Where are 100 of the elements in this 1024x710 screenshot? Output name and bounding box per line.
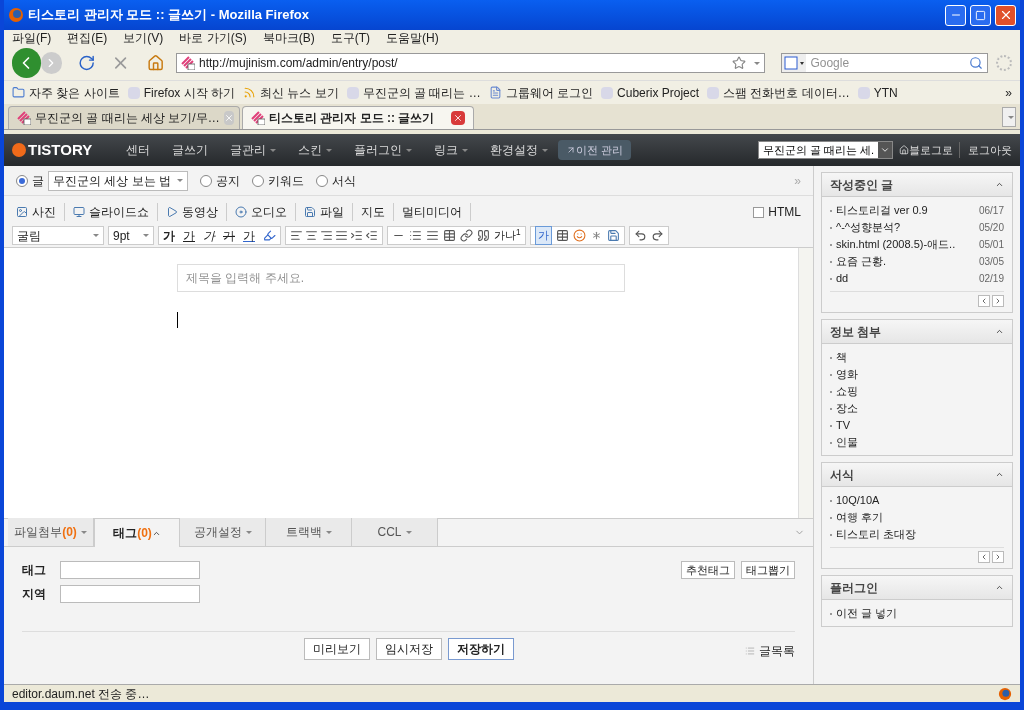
bookmark-item[interactable]: Firefox 시작 하기 (127, 83, 235, 102)
menu-item[interactable]: 북마크(B) (262, 29, 315, 47)
attach-button[interactable]: 오디오 (235, 203, 296, 221)
bookmark-item[interactable]: 무진군의 골 때리는 … (346, 83, 481, 102)
nav-item[interactable]: 플러그인 (354, 141, 413, 159)
sidebar-link[interactable]: 여행 후기 (836, 510, 1004, 525)
next-page-button[interactable] (992, 295, 1004, 307)
format-button[interactable]: 가 (239, 226, 259, 245)
sidebar-link[interactable]: 티스토리걸 ver 0.9 (836, 203, 975, 218)
post-type-radio[interactable]: 공지 (200, 171, 240, 190)
collapse-icon[interactable] (995, 583, 1004, 592)
emoticon-icon[interactable] (572, 229, 586, 242)
sidebar-link[interactable]: TV (836, 418, 1004, 433)
panel-tab[interactable]: CCL (352, 518, 438, 546)
sidebar-link[interactable]: 장소 (836, 401, 1004, 416)
tistory-logo[interactable]: TISTORY (12, 138, 105, 162)
minimize-button[interactable] (945, 4, 966, 26)
attach-button[interactable]: 지도 (361, 203, 394, 221)
panel-tab[interactable]: 태그(0) (94, 519, 180, 547)
action-button[interactable]: 미리보기 (303, 638, 370, 660)
menu-item[interactable]: 도구(T) (330, 29, 370, 47)
scrollbar[interactable] (798, 248, 813, 518)
bookmark-item[interactable]: 최신 뉴스 보기 (243, 83, 339, 102)
nav-item[interactable]: 글쓰기 (172, 141, 209, 159)
panel-tab[interactable]: 공개설정 (180, 518, 266, 546)
bookmark-item[interactable]: 자주 찾은 사이트 (12, 83, 120, 102)
sidebar-link[interactable]: skin.html (2008.5)-애드.. (836, 237, 975, 252)
bookmark-item[interactable]: Cuberix Project (601, 83, 700, 102)
input-field[interactable] (60, 561, 200, 579)
table-icon[interactable] (555, 229, 569, 242)
footnote-button[interactable]: 가나$^{1}$ (494, 227, 521, 244)
floppy-icon[interactable] (606, 229, 620, 242)
post-type-radio[interactable]: 키워드 (252, 171, 304, 190)
nav-item[interactable]: 센터 (126, 141, 151, 159)
address-field[interactable]: http://mujinism.com/admin/entry/post/ (175, 53, 766, 73)
sidebar-link[interactable]: 인물 (836, 435, 1004, 450)
input-field[interactable] (60, 585, 200, 603)
indent-icon[interactable] (350, 229, 363, 242)
sidebar-link[interactable]: 쇼핑 (836, 384, 1004, 399)
logout-link[interactable]: 로그아웃 (959, 141, 1012, 159)
font-select[interactable]: 굴림 (12, 226, 104, 245)
quote-icon[interactable] (477, 229, 490, 242)
format-button[interactable]: 가 (199, 226, 219, 245)
sidebar-link[interactable]: ^-^성향분석? (836, 220, 975, 235)
sidebar-link[interactable]: 책 (836, 350, 1004, 365)
sidebar-link[interactable]: 10Q/10A (836, 493, 1004, 508)
collapse-icon[interactable] (995, 470, 1004, 479)
sidebar-link[interactable]: 이전 글 넣기 (836, 606, 1004, 621)
menu-item[interactable]: 파일(F) (12, 29, 52, 47)
browser-tab[interactable]: 티스토리 관리자 모드 :: 글쓰기 (242, 106, 474, 129)
title-field[interactable]: 제목을 입력해 주세요. (177, 264, 625, 292)
menu-item[interactable]: 편집(E) (67, 29, 108, 47)
panel-tab[interactable]: 파일첨부(0) (8, 518, 94, 546)
box-icon[interactable] (443, 229, 456, 242)
old-admin-button[interactable]: 이전 관리 (558, 140, 632, 160)
divider-icon[interactable] (426, 229, 439, 242)
search-engine-icon[interactable] (782, 54, 807, 72)
category-select[interactable]: 무진군의 세상 보는 법 (48, 170, 188, 191)
blog-select[interactable]: 무진군의 골 때리는 세. (757, 141, 893, 159)
sidebar-link[interactable]: 영화 (836, 367, 1004, 382)
close-button[interactable] (995, 4, 1016, 26)
menu-item[interactable]: 도움말(H) (386, 29, 439, 47)
nav-item[interactable]: 환경설정 (490, 141, 549, 159)
post-type-radio[interactable]: 서식 (316, 171, 356, 190)
attach-button[interactable]: 동영상 (166, 203, 227, 221)
align-left-icon[interactable] (290, 229, 303, 242)
attach-button[interactable]: 슬라이드쇼 (73, 203, 158, 221)
search-field[interactable]: Google (810, 54, 966, 72)
tag-button[interactable]: 추천태그 (681, 561, 735, 579)
collapse-icon[interactable] (995, 327, 1004, 336)
maximize-button[interactable] (970, 4, 991, 26)
collapse-icon[interactable] (995, 180, 1004, 189)
action-button[interactable]: 임시저장 (375, 638, 442, 660)
align-center-icon[interactable] (305, 229, 318, 242)
search-box[interactable]: Google (781, 53, 989, 73)
close-tab-icon[interactable] (451, 111, 465, 125)
menu-item[interactable]: 보기(V) (123, 29, 164, 47)
post-type-radio[interactable]: 글 (16, 171, 44, 190)
sidebar-link[interactable]: 요즘 근황. (836, 254, 975, 269)
post-list-link[interactable]: 글목록 (745, 642, 795, 660)
bookmark-star-icon[interactable] (732, 56, 747, 70)
bookmark-item[interactable]: YTN (857, 83, 898, 102)
menu-item[interactable]: 바로 가기(S) (179, 29, 247, 47)
more-bookmarks[interactable]: » (1005, 83, 1012, 102)
panel-tab[interactable]: 트랙백 (266, 518, 352, 546)
back-button[interactable] (12, 48, 41, 78)
search-icon[interactable] (969, 56, 984, 70)
text-box-button[interactable]: 가 (534, 226, 552, 245)
justify-icon[interactable] (335, 229, 348, 242)
attach-button[interactable]: 멀티미디어 (402, 203, 471, 221)
format-button[interactable]: 가 (159, 226, 179, 245)
link-icon[interactable] (460, 229, 473, 242)
bookmark-item[interactable]: 스팸 전화번호 데이터… (707, 83, 850, 102)
tag-button[interactable]: 태그뽑기 (741, 561, 795, 579)
nav-item[interactable]: 글관리 (230, 141, 277, 159)
sidebar-link[interactable]: dd (836, 271, 975, 286)
outdent-icon[interactable] (365, 229, 378, 242)
bookmark-item[interactable]: 그룹웨어 로그인 (488, 83, 594, 102)
prev-page-button[interactable] (978, 295, 990, 307)
list-icon[interactable] (409, 229, 422, 242)
